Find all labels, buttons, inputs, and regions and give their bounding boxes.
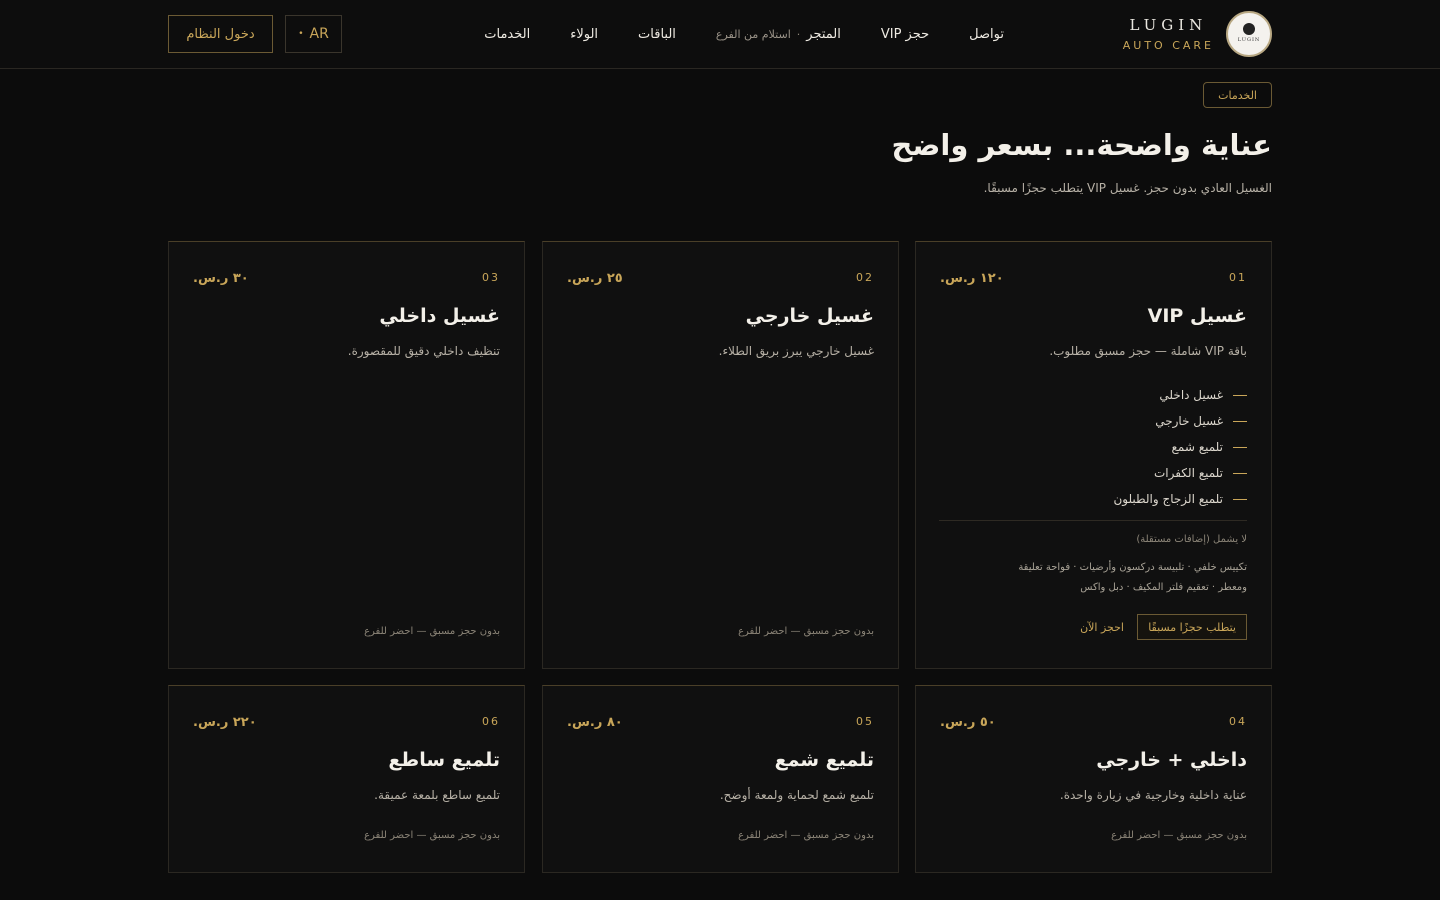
feature-item: تلميع الكفرات xyxy=(937,460,1247,486)
card-title: غسيل خارجي xyxy=(745,305,874,327)
card-title: تلميع شمع xyxy=(774,749,874,771)
card-description: تنظيف داخلي دقيق للمقصورة. xyxy=(347,344,500,358)
language-label: AR xyxy=(309,26,329,42)
dash-icon xyxy=(1233,446,1247,448)
nav-store[interactable]: المتجر · استلام من الفرع xyxy=(716,27,841,42)
nav-services[interactable]: الخدمات xyxy=(484,27,530,42)
nav-packages[interactable]: الباقات xyxy=(638,27,676,42)
requires-booking-badge: يتطلب حجزًا مسبقًا xyxy=(1137,614,1247,640)
brand-subtitle: AUTO CARE xyxy=(1122,39,1214,52)
brand-logo[interactable]: LUGIN xyxy=(1226,11,1272,57)
card-price: ٣٠ ر.س. xyxy=(193,271,249,286)
card-description: تلميع شمع لحماية ولمعة أوضح. xyxy=(719,788,874,802)
brand-text: LUGIN AUTO CARE xyxy=(1123,16,1214,52)
card-description: غسيل خارجي يبرز بريق الطلاء. xyxy=(718,344,874,358)
language-switch-button[interactable]: • AR xyxy=(285,15,342,53)
exclusions-label: لا يشمل (إضافات مستقلة) xyxy=(1136,534,1247,545)
card-description: تلميع ساطع بلمعة عميقة. xyxy=(374,788,500,802)
feature-label: تلميع شمع xyxy=(1171,440,1223,454)
card-number: 02 xyxy=(856,271,874,284)
service-card-wax-polish: 05 ٨٠ ر.س. تلميع شمع تلميع شمع لحماية ول… xyxy=(542,685,899,873)
brand[interactable]: LUGIN LUGIN AUTO CARE xyxy=(1123,11,1272,57)
card-price: ٢٥ ر.س. xyxy=(567,271,623,286)
nav-store-pickup: استلام من الفرع xyxy=(715,28,791,41)
feature-label: غسيل داخلي xyxy=(1159,388,1223,402)
brand-name: LUGIN xyxy=(1129,16,1208,34)
card-price: ١٢٠ ر.س. xyxy=(940,271,1004,286)
card-title: غسيل VIP xyxy=(1147,305,1247,327)
dash-icon xyxy=(1233,498,1247,500)
card-footnote: بدون حجز مسبق — احضر للفرع xyxy=(738,830,874,841)
page-subtitle: الغسيل العادي بدون حجز. غسيل VIP يتطلب ح… xyxy=(983,181,1272,195)
dash-icon xyxy=(1233,472,1247,474)
card-price: ٢٢٠ ر.س. xyxy=(193,715,257,730)
card-footnote: بدون حجز مسبق — احضر للفرع xyxy=(364,626,500,637)
main-nav: الخدمات الولاء الباقات المتجر · استلام م… xyxy=(484,0,1004,69)
service-card-bright-polish: 06 ٢٢٠ ر.س. تلميع ساطع تلميع ساطع بلمعة … xyxy=(168,685,525,873)
language-dot-icon: • xyxy=(298,29,304,39)
page-title: عناية واضحة... بسعر واضح xyxy=(891,128,1272,162)
card-number: 01 xyxy=(1229,271,1247,284)
nav-contact[interactable]: تواصل xyxy=(969,27,1004,42)
service-card-vip: 01 ١٢٠ ر.س. غسيل VIP باقة VIP شاملة — حج… xyxy=(915,241,1272,669)
card-price: ٥٠ ر.س. xyxy=(940,715,996,730)
card-number: 05 xyxy=(856,715,874,728)
nav-store-label: المتجر xyxy=(806,27,841,42)
logo-mark-icon xyxy=(1243,23,1255,35)
card-footnote: بدون حجز مسبق — احضر للفرع xyxy=(1111,830,1247,841)
nav-vip-booking[interactable]: حجز VIP xyxy=(881,27,929,42)
card-number: 04 xyxy=(1229,715,1247,728)
nav-loyalty[interactable]: الولاء xyxy=(570,27,598,42)
card-footnote: بدون حجز مسبق — احضر للفرع xyxy=(738,626,874,637)
service-card-exterior: 02 ٢٥ ر.س. غسيل خارجي غسيل خارجي يبرز بر… xyxy=(542,241,899,669)
logo-text: LUGIN xyxy=(1237,37,1261,43)
nav-store-separator: · xyxy=(796,28,801,41)
dash-icon xyxy=(1233,394,1247,396)
feature-item: تلميع الزجاج والطبلون xyxy=(937,486,1247,512)
feature-item: تلميع شمع xyxy=(937,434,1247,460)
card-footnote: بدون حجز مسبق — احضر للفرع xyxy=(364,830,500,841)
service-card-interior-exterior: 04 ٥٠ ر.س. داخلي + خارجي عناية داخلية وخ… xyxy=(915,685,1272,873)
card-description: عناية داخلية وخارجية في زيارة واحدة. xyxy=(1059,788,1247,802)
feature-label: غسيل خارجي xyxy=(1155,414,1223,428)
card-number: 03 xyxy=(482,271,500,284)
section-badge: الخدمات xyxy=(1203,82,1272,108)
feature-item: غسيل داخلي xyxy=(937,382,1247,408)
card-title: غسيل داخلي xyxy=(379,305,500,327)
dash-icon xyxy=(1233,420,1247,422)
exclusions-line: تكييس خلفي · تلبيسة دركسون وأرضيات · فوا… xyxy=(1018,562,1247,573)
feature-label: تلميع الكفرات xyxy=(1153,466,1223,480)
feature-item: غسيل خارجي xyxy=(937,408,1247,434)
card-title: داخلي + خارجي xyxy=(1096,749,1247,771)
card-description: باقة VIP شاملة — حجز مسبق مطلوب. xyxy=(1049,344,1247,358)
book-now-link[interactable]: احجز الآن xyxy=(1080,614,1124,640)
feature-list: غسيل داخلي غسيل خارجي تلميع شمع تلميع ال… xyxy=(937,382,1247,512)
card-number: 06 xyxy=(482,715,500,728)
login-button[interactable]: دخول النظام xyxy=(168,15,273,53)
card-price: ٨٠ ر.س. xyxy=(567,715,623,730)
service-card-interior: 03 ٣٠ ر.س. غسيل داخلي تنظيف داخلي دقيق ل… xyxy=(168,241,525,669)
feature-label: تلميع الزجاج والطبلون xyxy=(1113,492,1223,506)
exclusions-line: ومعطر · تعقيم فلتر المكيف · دبل واكس xyxy=(1080,582,1247,593)
top-header: LUGIN LUGIN AUTO CARE الخدمات الولاء الب… xyxy=(0,0,1440,69)
exclusions-list: تكييس خلفي · تلبيسة دركسون وأرضيات · فوا… xyxy=(937,558,1247,598)
card-title: تلميع ساطع xyxy=(388,749,500,771)
card-divider xyxy=(939,520,1247,521)
